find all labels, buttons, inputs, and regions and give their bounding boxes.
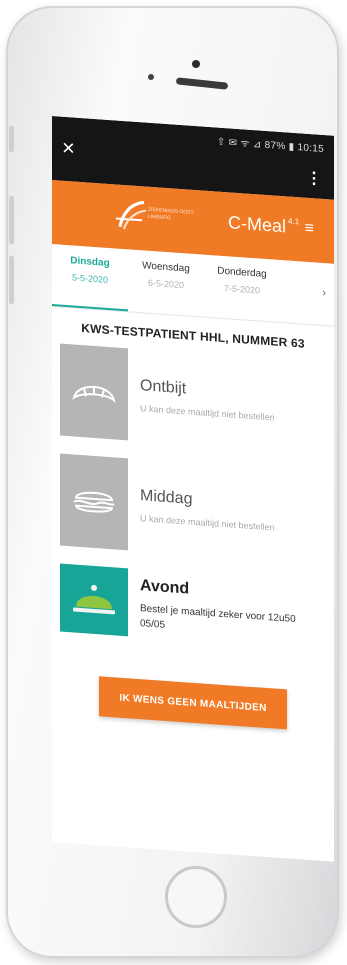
meal-text: Ontbijt U kan deze maaltijd niet bestell… (128, 348, 275, 422)
meal-subtitle: U kan deze maaltijd niet bestellen (140, 513, 275, 533)
meal-text: Middag U kan deze maaltijd niet bestelle… (128, 458, 275, 532)
front-camera (192, 60, 200, 68)
croissant-icon (60, 343, 128, 441)
mute-switch (9, 126, 14, 152)
logo-text: ZIEKENHUIS OOST-LIMBURG (148, 206, 195, 222)
proximity-sensor (148, 74, 154, 80)
tab-day-label: Woensdag (142, 260, 190, 275)
hospital-logo-icon (116, 200, 147, 230)
home-button[interactable] (165, 866, 227, 928)
meal-title: Ontbijt (140, 377, 187, 398)
tab-day-date: 6-5-2020 (147, 277, 185, 291)
meal-text: Avond Bestel je maaltijd zeker voor 12u5… (128, 568, 310, 643)
status-indicators: ⇧ ✉ ᯤ ⊿ 87% ▮ 10:15 (216, 136, 324, 156)
volume-up-button (9, 196, 14, 244)
tab-day-label: Dinsdag (70, 255, 110, 270)
app-screen: × ⇧ ✉ ᯤ ⊿ 87% ▮ 10:15 ⋮ ZIEKENHUIS OOST-… (52, 116, 334, 862)
cloche-icon (60, 563, 128, 637)
meal-card-dinner[interactable]: Avond Bestel je maaltijd zeker voor 12u5… (52, 563, 334, 681)
volume-down-button (9, 256, 14, 304)
tab-day-2[interactable]: Woensdag 6-5-2020 (128, 249, 204, 316)
close-icon[interactable]: × (62, 135, 75, 161)
tab-day-date: 7-5-2020 (223, 283, 261, 296)
tab-day-1[interactable]: Dinsdag 5-5-2020 (52, 244, 128, 312)
no-meals-button[interactable]: IK WENS GEEN MAALTIJDEN (99, 676, 287, 730)
overflow-menu-icon[interactable]: ⋮ (306, 168, 322, 189)
meal-subtitle: Bestel je maaltijd zeker voor 12u50 05/0… (140, 603, 296, 631)
meal-card-breakfast: Ontbijt U kan deze maaltijd niet bestell… (52, 343, 334, 461)
sandwich-icon (60, 453, 128, 551)
app-title: C-Meal 4.1 (228, 212, 300, 237)
meal-subtitle: U kan deze maaltijd niet bestellen (140, 403, 275, 423)
hamburger-menu-icon[interactable]: ≡ (305, 220, 314, 239)
meal-title: Middag (140, 487, 193, 508)
tab-day-3[interactable]: Donderdag 7-5-2020 (204, 255, 280, 322)
next-day-arrow-icon[interactable]: › (322, 287, 326, 299)
meal-card-lunch: Middag U kan deze maaltijd niet bestelle… (52, 453, 334, 571)
tab-day-date: 5-5-2020 (71, 272, 109, 285)
tab-day-label: Donderdag (217, 265, 267, 281)
